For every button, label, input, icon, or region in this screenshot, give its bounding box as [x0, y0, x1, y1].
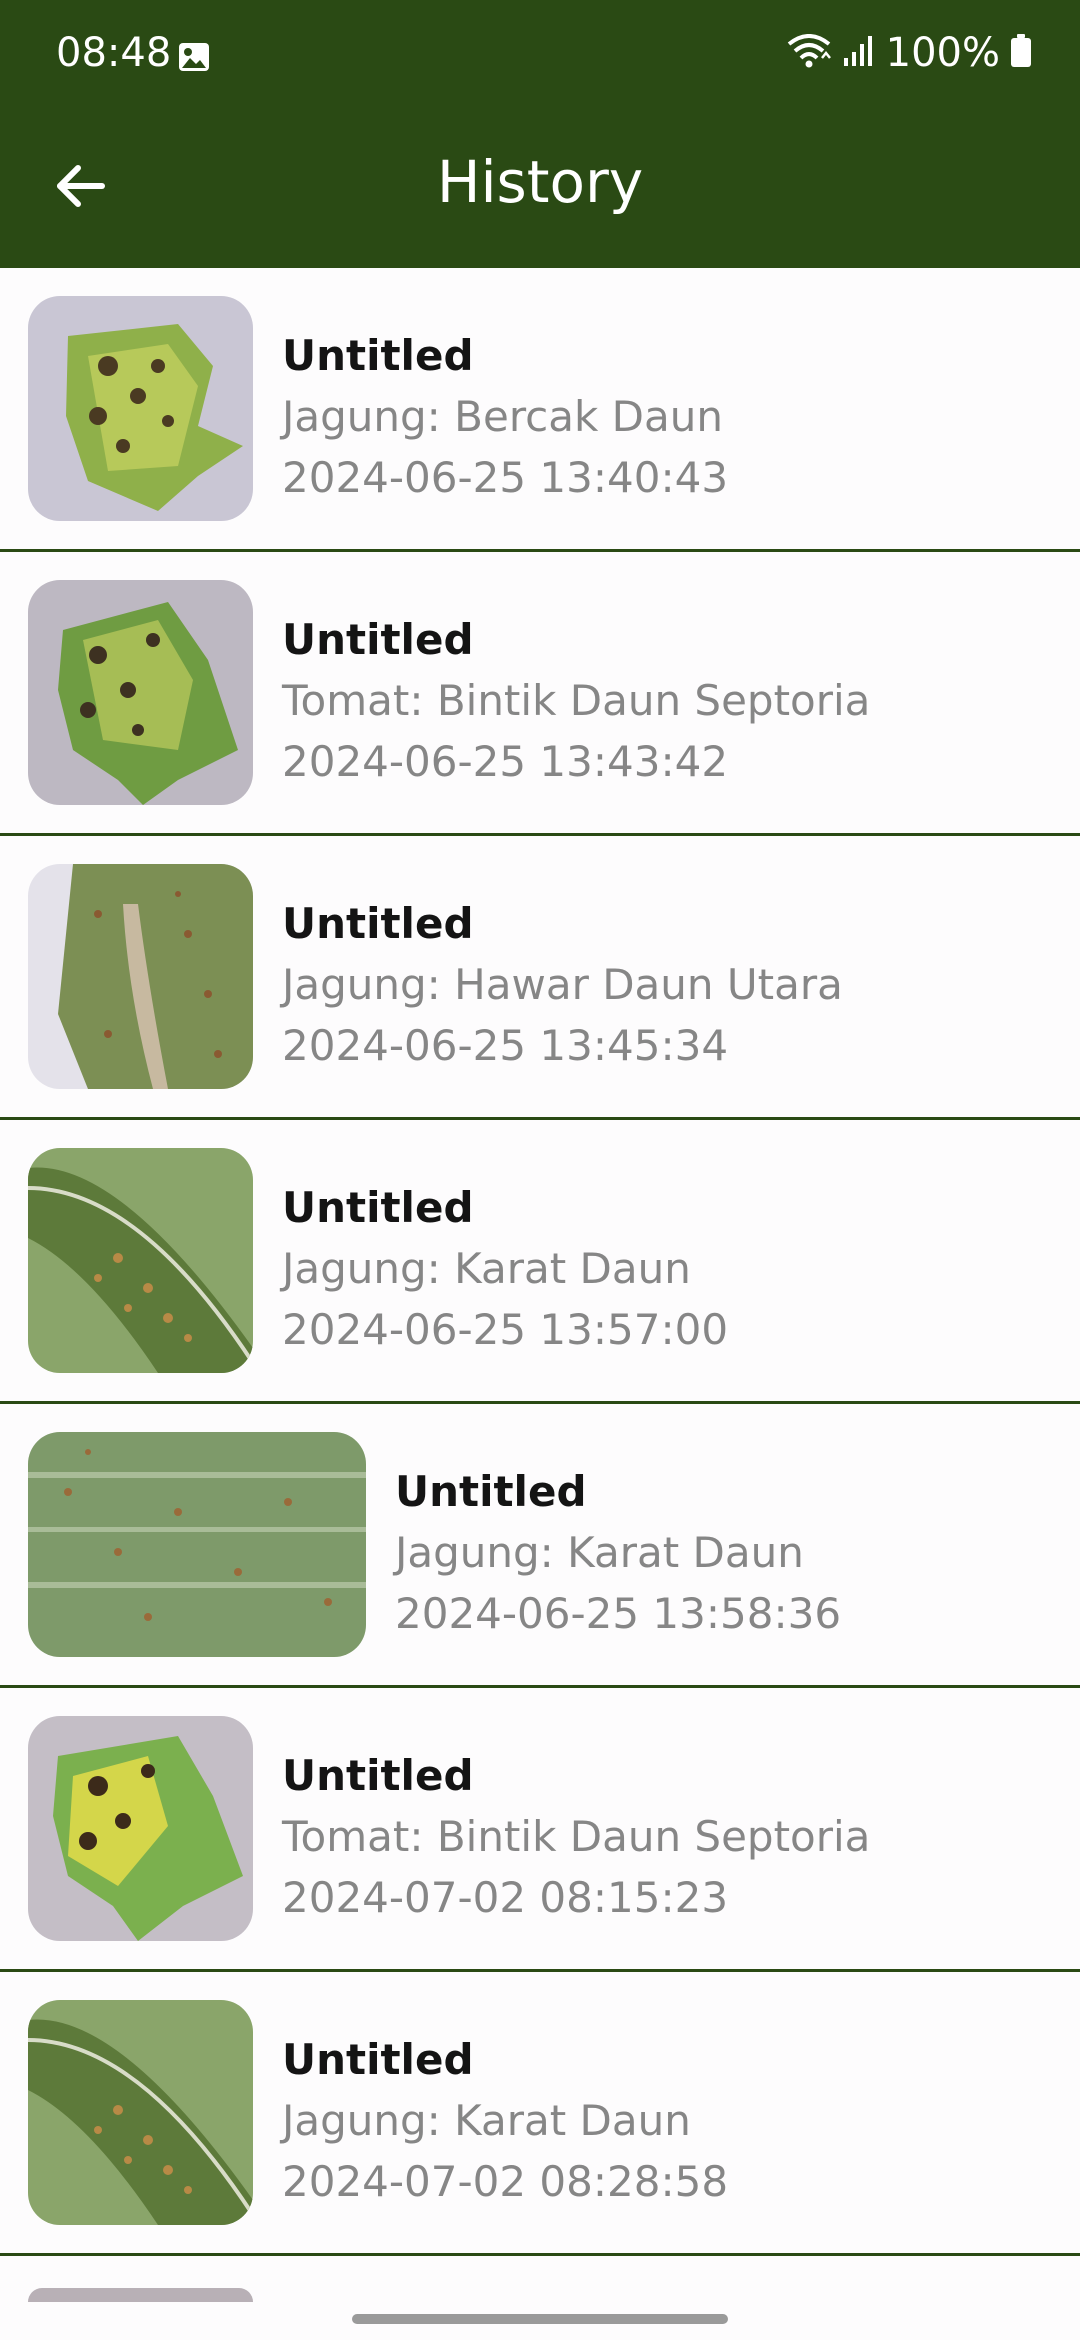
leaf-thumbnail	[28, 864, 253, 1089]
leaf-thumbnail	[28, 1148, 253, 1373]
leaf-thumbnail	[28, 580, 253, 805]
image-notification-icon	[178, 42, 210, 72]
item-diagnosis: Jagung: Hawar Daun Utara	[282, 960, 843, 1009]
signal-icon	[842, 34, 876, 73]
item-title: Untitled	[395, 1467, 587, 1516]
leaf-thumbnail	[28, 1432, 366, 1657]
history-list: Untitled Jagung: Bercak Daun 2024-06-25 …	[0, 268, 1080, 2256]
item-timestamp: 2024-07-02 08:15:23	[282, 1873, 729, 1922]
app-bar: History	[0, 112, 1080, 268]
history-item[interactable]: Untitled Jagung: Karat Daun 2024-07-02 0…	[0, 1972, 1080, 2256]
item-title: Untitled	[282, 615, 474, 664]
item-title: Untitled	[282, 1751, 474, 1800]
item-timestamp: 2024-06-25 13:58:36	[395, 1589, 842, 1638]
history-item[interactable]: Untitled Jagung: Karat Daun 2024-06-25 1…	[0, 1120, 1080, 1404]
wifi-icon	[786, 33, 832, 73]
status-time: 08:48	[56, 30, 172, 76]
item-diagnosis: Jagung: Karat Daun	[395, 1528, 804, 1577]
history-item[interactable]: Untitled Jagung: Karat Daun 2024-06-25 1…	[0, 1404, 1080, 1688]
item-diagnosis: Jagung: Karat Daun	[282, 1244, 691, 1293]
history-item[interactable]: Untitled Tomat: Bintik Daun Septoria 202…	[0, 552, 1080, 836]
item-diagnosis: Jagung: Karat Daun	[282, 2096, 691, 2145]
history-item[interactable]: Untitled Tomat: Bintik Daun Septoria 202…	[0, 1688, 1080, 1972]
battery-percentage: 100%	[885, 30, 1000, 76]
status-bar: 08:48 100%	[0, 0, 1080, 112]
item-title: Untitled	[282, 1183, 474, 1232]
item-timestamp: 2024-06-25 13:40:43	[282, 453, 729, 502]
page-title: History	[436, 148, 644, 216]
leaf-thumbnail	[28, 296, 253, 521]
leaf-thumbnail-partial	[28, 2288, 253, 2302]
item-timestamp: 2024-06-25 13:57:00	[282, 1305, 729, 1354]
item-timestamp: 2024-06-25 13:43:42	[282, 737, 729, 786]
item-timestamp: 2024-06-25 13:45:34	[282, 1021, 729, 1070]
history-item[interactable]: Untitled Jagung: Hawar Daun Utara 2024-0…	[0, 836, 1080, 1120]
item-diagnosis: Tomat: Bintik Daun Septoria	[282, 676, 871, 725]
item-title: Untitled	[282, 2035, 474, 2084]
item-diagnosis: Jagung: Bercak Daun	[282, 392, 723, 441]
history-item[interactable]: Untitled Jagung: Bercak Daun 2024-06-25 …	[0, 268, 1080, 552]
item-title: Untitled	[282, 331, 474, 380]
battery-icon	[1010, 33, 1032, 73]
item-diagnosis: Tomat: Bintik Daun Septoria	[282, 1812, 871, 1861]
item-timestamp: 2024-07-02 08:28:58	[282, 2157, 729, 2206]
leaf-thumbnail	[28, 2000, 253, 2225]
leaf-thumbnail	[28, 1716, 253, 1941]
item-title: Untitled	[282, 899, 474, 948]
home-indicator[interactable]	[352, 2314, 728, 2324]
